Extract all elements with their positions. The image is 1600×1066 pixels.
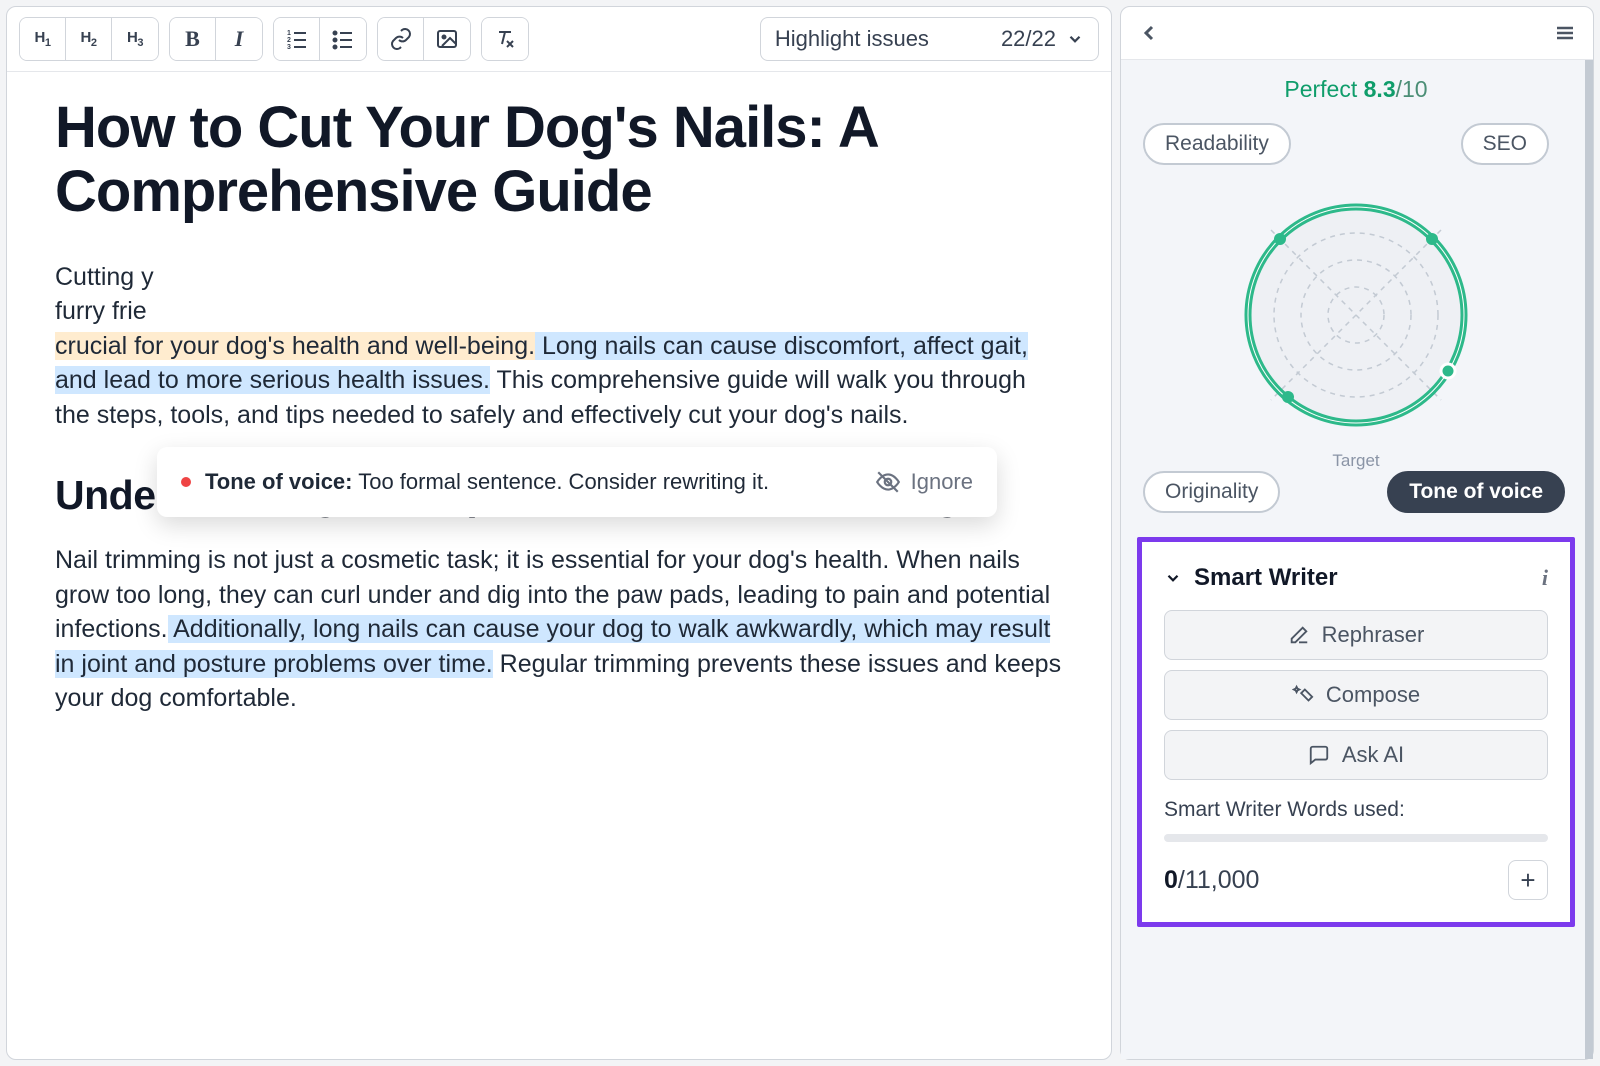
radar-chart: Readability SEO Originality Tone of voic…	[1137, 111, 1575, 481]
highlight-issues-select[interactable]: Highlight issues 22/22	[760, 17, 1099, 61]
radar-svg	[1216, 175, 1496, 455]
clear-group	[481, 17, 529, 61]
tooltip-label: Tone of voice:	[205, 469, 353, 494]
paragraph: Cutting y furry frie crucial for your do…	[55, 260, 1063, 433]
info-icon[interactable]: i	[1542, 565, 1548, 591]
pill-readability[interactable]: Readability	[1143, 123, 1291, 165]
bold-button[interactable]: B	[170, 18, 216, 60]
smart-writer-card: Smart Writer i Rephraser Compose Ask AI …	[1137, 537, 1575, 927]
issues-count: 22/22	[1001, 26, 1056, 52]
chevron-left-icon[interactable]	[1137, 21, 1161, 45]
highlight-orange[interactable]: crucial for your dog's health and well-b…	[55, 332, 535, 360]
ask-ai-button[interactable]: Ask AI	[1164, 730, 1548, 780]
ordered-list-button[interactable]: 123	[274, 18, 320, 60]
paragraph: Nail trimming is not just a cosmetic tas…	[55, 543, 1063, 716]
add-words-button[interactable]: +	[1508, 860, 1548, 900]
h1-button[interactable]: H1	[20, 18, 66, 60]
smart-writer-header[interactable]: Smart Writer i	[1164, 564, 1548, 592]
svg-text:1: 1	[287, 30, 291, 37]
tooltip-text: Too formal sentence. Consider rewriting …	[358, 469, 769, 494]
score-line: Perfect 8.3/10	[1137, 76, 1575, 103]
side-panel: Perfect 8.3/10 Readability SEO Originali…	[1120, 6, 1594, 1060]
chevron-down-icon	[1066, 30, 1084, 48]
doc-title: How to Cut Your Dog's Nails: A Comprehen…	[55, 96, 1063, 224]
format-group: B I	[169, 17, 263, 61]
issue-tooltip: Tone of voice: Too formal sentence. Cons…	[157, 447, 997, 517]
link-button[interactable]	[378, 18, 424, 60]
edit-icon	[1288, 624, 1310, 646]
ordered-list-icon: 123	[285, 27, 309, 51]
heading-group: H1 H2 H3	[19, 17, 159, 61]
toolbar: H1 H2 H3 B I 123	[7, 7, 1111, 72]
link-icon	[389, 27, 413, 51]
h3-button[interactable]: H3	[112, 18, 158, 60]
target-label: Target	[1332, 451, 1379, 471]
clear-format-icon	[493, 27, 517, 51]
list-group: 123	[273, 17, 367, 61]
dot-icon	[181, 477, 191, 487]
insert-group	[377, 17, 471, 61]
editor-pane: H1 H2 H3 B I 123	[6, 6, 1112, 1060]
eye-off-icon	[875, 469, 901, 495]
menu-icon[interactable]	[1553, 21, 1577, 45]
issues-label: Highlight issues	[775, 26, 929, 52]
words-used-value: 0/11,000	[1164, 866, 1259, 895]
document[interactable]: How to Cut Your Dog's Nails: A Comprehen…	[7, 72, 1111, 744]
chat-icon	[1308, 744, 1330, 766]
italic-button[interactable]: I	[216, 18, 262, 60]
words-used-label: Smart Writer Words used:	[1164, 798, 1548, 822]
chevron-down-icon	[1164, 569, 1182, 587]
pill-tone[interactable]: Tone of voice	[1387, 471, 1565, 513]
pill-seo[interactable]: SEO	[1461, 123, 1549, 165]
magic-icon	[1292, 684, 1314, 706]
rephraser-button[interactable]: Rephraser	[1164, 610, 1548, 660]
words-used-bar	[1164, 834, 1548, 842]
compose-button[interactable]: Compose	[1164, 670, 1548, 720]
unordered-list-button[interactable]	[320, 18, 366, 60]
h2-button[interactable]: H2	[66, 18, 112, 60]
side-scroll: Perfect 8.3/10 Readability SEO Originali…	[1121, 60, 1593, 1059]
image-button[interactable]	[424, 18, 470, 60]
pill-originality[interactable]: Originality	[1143, 471, 1280, 513]
ignore-button[interactable]: Ignore	[875, 469, 973, 495]
svg-text:3: 3	[287, 44, 291, 51]
side-header	[1121, 7, 1593, 60]
unordered-list-icon	[331, 27, 355, 51]
svg-text:2: 2	[287, 37, 291, 44]
image-icon	[435, 27, 459, 51]
clear-format-button[interactable]	[482, 18, 528, 60]
